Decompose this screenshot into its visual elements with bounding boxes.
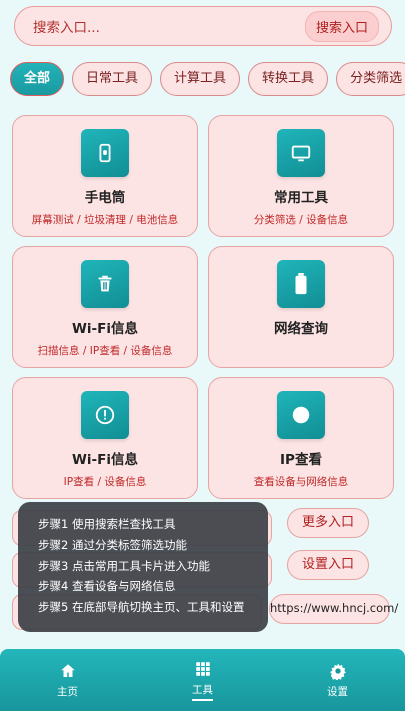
tool-card-wifi-info[interactable]: Wi-Fi信息 扫描信息 / IP查看 / 设备信息 (12, 246, 198, 368)
nav-label: 工具 (192, 682, 213, 701)
settings-entry-button[interactable]: 设置入口 (287, 550, 369, 580)
card-subtitle: 屏幕测试 / 垃圾清理 / 电池信息 (31, 214, 179, 226)
card-subtitle: 扫描信息 / IP查看 / 设备信息 (37, 345, 173, 357)
step-4: 步骤4 查看设备与网络信息 (38, 579, 176, 594)
steps-tooltip: 步骤1 使用搜索栏查找工具 步骤2 通过分类标签筛选功能 步骤3 点击常用工具卡… (18, 502, 268, 632)
record-icon (277, 391, 325, 439)
chip-category-filter[interactable]: 分类筛选 (336, 62, 405, 96)
more-entry-button[interactable]: 更多入口 (287, 508, 369, 538)
card-subtitle: IP查看 / 设备信息 (63, 476, 147, 488)
nav-label: 主页 (57, 685, 78, 698)
nav-label: 设置 (327, 685, 348, 698)
step-3: 步骤3 点击常用工具卡片进入功能 (38, 558, 210, 573)
step-5: 步骤5 在底部导航切换主页、工具和设置 (38, 600, 245, 615)
card-subtitle: 查看设备与网络信息 (253, 476, 349, 488)
search-input[interactable]: 搜索入口... (33, 16, 100, 36)
chip-convert-tools[interactable]: 转换工具 (248, 62, 329, 96)
monitor-icon (277, 129, 325, 177)
grid-icon (195, 661, 210, 676)
tool-card-flashlight[interactable]: 手电筒 屏幕测试 / 垃圾清理 / 电池信息 (12, 115, 198, 237)
chip-calc-tools[interactable]: 计算工具 (160, 62, 241, 96)
gear-icon (329, 663, 346, 680)
card-title: IP查看 (280, 452, 322, 468)
card-title: Wi-Fi信息 (72, 452, 138, 468)
nav-item-settings[interactable]: 设置 (298, 662, 378, 699)
nav-item-tools[interactable]: 工具 (163, 660, 243, 701)
step-1: 步骤1 使用搜索栏查找工具 (38, 517, 176, 531)
step-2: 步骤2 通过分类标签筛选功能 (38, 537, 187, 552)
filter-chips: 全部 日常工具 计算工具 转换工具 分类筛选 (10, 62, 405, 96)
battery-icon (277, 260, 325, 308)
search-button[interactable]: 搜索入口 (304, 10, 379, 42)
tool-card-common-tools[interactable]: 常用工具 分类筛选 / 设备信息 (208, 115, 394, 237)
card-title: 网络查询 (274, 321, 328, 337)
card-title: 手电筒 (84, 190, 126, 206)
card-subtitle: 分类筛选 / 设备信息 (253, 214, 349, 226)
flashlight-icon (81, 129, 129, 177)
card-title: 常用工具 (274, 190, 328, 206)
nav-item-home[interactable]: 主页 (28, 662, 108, 699)
bottom-nav: 主页 工具 设置 (0, 649, 405, 711)
chip-daily-tools[interactable]: 日常工具 (72, 62, 153, 96)
tool-card-wifi-info-2[interactable]: Wi-Fi信息 IP查看 / 设备信息 (12, 377, 198, 499)
tool-card-network-query[interactable]: 网络查询 (208, 246, 394, 368)
website-link[interactable]: https://www.hncj.com/ (269, 594, 398, 624)
tool-card-ip-view[interactable]: IP查看 查看设备与网络信息 (208, 377, 394, 499)
search-bar[interactable]: 搜索入口... 搜索入口 (14, 6, 392, 46)
trash-icon (81, 260, 129, 308)
home-icon (60, 663, 75, 677)
info-icon (81, 391, 129, 439)
card-title: Wi-Fi信息 (72, 321, 138, 337)
chip-all[interactable]: 全部 (10, 62, 65, 96)
